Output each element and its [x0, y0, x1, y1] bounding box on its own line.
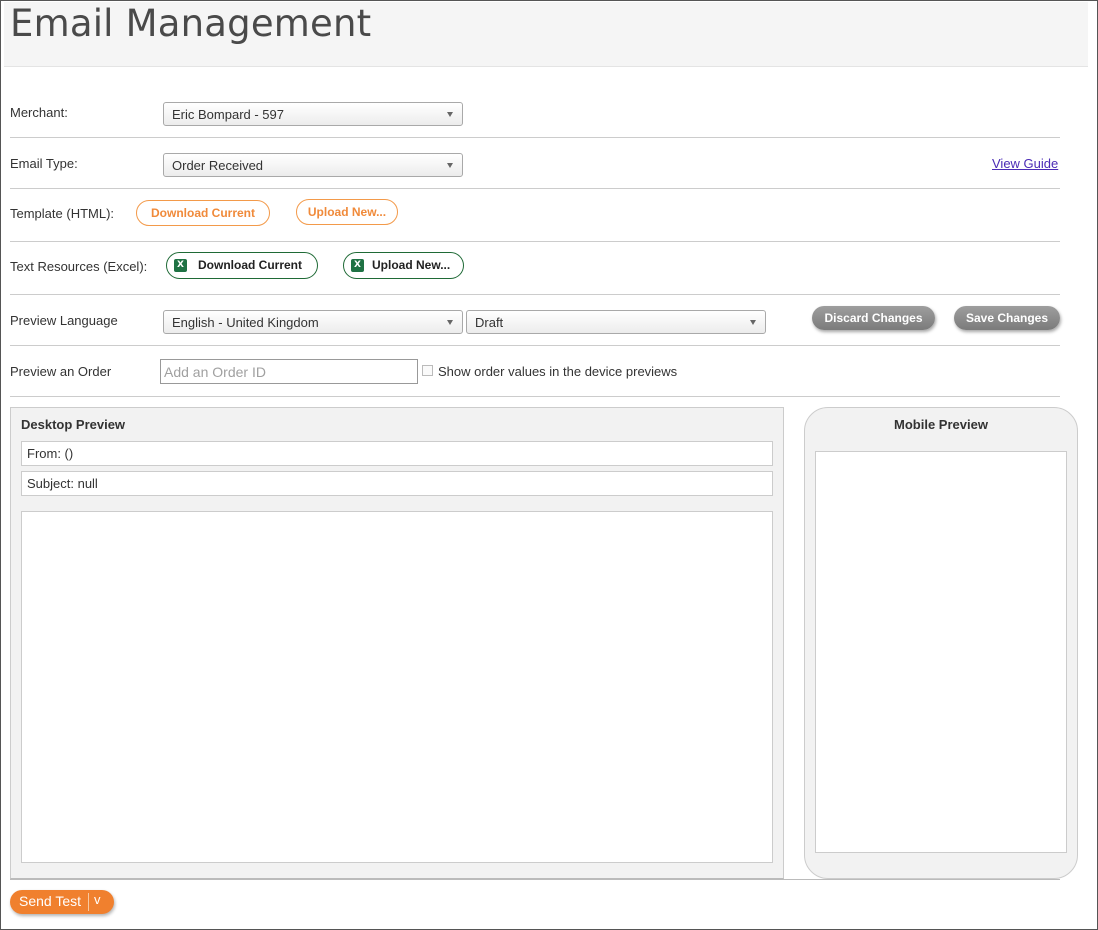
divider [10, 879, 1060, 880]
text-resources-upload-button[interactable]: X Upload New... [343, 252, 464, 279]
upload-new-label: Upload New... [372, 258, 451, 272]
page-header: Email Management [4, 2, 1088, 67]
mobile-preview-panel: Mobile Preview [804, 407, 1078, 879]
preview-language-value: English - United Kingdom [172, 315, 319, 330]
chevron-down-icon[interactable]: v [94, 892, 101, 907]
mobile-preview-title: Mobile Preview [894, 417, 988, 432]
chevron-down-icon [447, 163, 453, 168]
discard-changes-button[interactable]: Discard Changes [812, 306, 935, 330]
divider [10, 241, 1060, 242]
preview-language-select[interactable]: English - United Kingdom [163, 310, 463, 334]
template-upload-button[interactable]: Upload New... [296, 199, 398, 225]
template-status-value: Draft [475, 315, 504, 330]
mobile-preview-frame[interactable] [815, 451, 1067, 853]
divider [10, 188, 1060, 189]
excel-icon: X [351, 259, 364, 272]
email-type-select-value: Order Received [172, 158, 264, 173]
divider [10, 396, 1060, 397]
excel-icon: X [174, 259, 187, 272]
page-title: Email Management [10, 2, 372, 45]
text-resources-label: Text Resources (Excel): [10, 259, 148, 274]
divider [10, 345, 1060, 346]
order-id-input[interactable] [160, 359, 418, 384]
preview-order-label: Preview an Order [10, 364, 112, 379]
chevron-down-icon [447, 320, 453, 325]
template-download-button[interactable]: Download Current [136, 200, 270, 226]
desktop-preview-frame[interactable] [21, 511, 773, 863]
view-guide-link[interactable]: View Guide [992, 156, 1058, 171]
merchant-label: Merchant: [10, 105, 68, 120]
divider [10, 294, 1060, 295]
template-status-select[interactable]: Draft [466, 310, 766, 334]
merchant-select[interactable]: Eric Bompard - 597 [163, 102, 463, 126]
send-test-button[interactable]: Send Test v [10, 890, 114, 914]
template-label: Template (HTML): [10, 206, 115, 221]
email-type-label: Email Type: [10, 156, 78, 171]
show-order-values-label: Show order values in the device previews [438, 364, 678, 379]
desktop-preview-panel: Desktop Preview From: () Subject: null [10, 407, 784, 879]
download-current-label: Download Current [198, 258, 302, 272]
merchant-select-value: Eric Bompard - 597 [172, 107, 284, 122]
desktop-preview-title: Desktop Preview [21, 417, 126, 432]
show-order-values-checkbox[interactable] [422, 365, 433, 376]
from-field: From: () [21, 441, 773, 466]
divider [10, 137, 1060, 138]
text-resources-download-button[interactable]: X Download Current [166, 252, 318, 279]
split-separator [88, 893, 89, 911]
chevron-down-icon [447, 112, 453, 117]
chevron-down-icon [750, 320, 756, 325]
email-type-select[interactable]: Order Received [163, 153, 463, 177]
preview-language-label: Preview Language [10, 313, 118, 328]
save-changes-button[interactable]: Save Changes [954, 306, 1060, 330]
send-test-label: Send Test [19, 893, 82, 909]
subject-field: Subject: null [21, 471, 773, 496]
